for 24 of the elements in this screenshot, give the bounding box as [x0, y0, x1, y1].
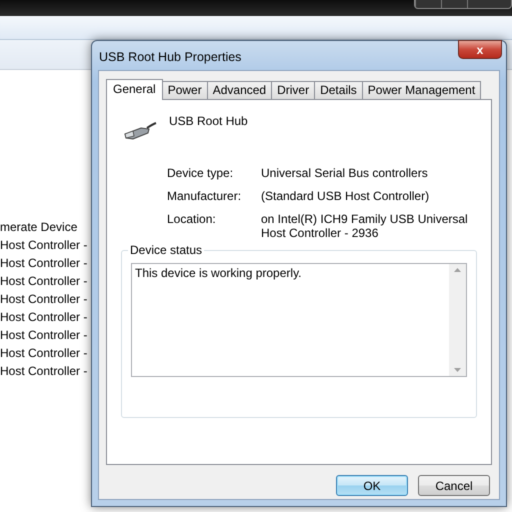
scroll-up-icon[interactable] [454, 268, 461, 272]
tab[interactable]: Details [314, 81, 363, 99]
property-label: Location: [167, 212, 217, 228]
usb-plug-icon [123, 120, 157, 140]
property-label: Manufacturer: [167, 189, 242, 203]
tab[interactable]: General [106, 79, 163, 100]
property-value: on Intel(R) ICH9 Family USB Universal Host Controller - 2936 [261, 212, 469, 240]
tab[interactable]: Advanced [206, 81, 272, 99]
tab[interactable]: Power Management [362, 81, 482, 99]
tab[interactable]: Driver [271, 81, 316, 99]
tab[interactable]: Power [162, 81, 208, 99]
scrollbar[interactable] [449, 264, 466, 376]
scroll-down-icon[interactable] [454, 368, 461, 372]
property-value: (Standard USB Host Controller) [261, 189, 430, 203]
property-value: Universal Serial Bus controllers [261, 166, 429, 180]
window-title: USB Root Hub Properties [99, 49, 242, 66]
dialog-button[interactable]: OK [336, 475, 408, 496]
status-text-area[interactable]: This device is working properly. [131, 263, 467, 377]
group-label: Device status [128, 244, 204, 257]
property-label: Device type: [167, 166, 234, 180]
dialog-button[interactable]: Cancel [418, 475, 490, 496]
device-name: USB Root Hub [169, 114, 248, 130]
close-button[interactable]: x [458, 40, 502, 59]
status-text: This device is working properly. [135, 266, 302, 280]
